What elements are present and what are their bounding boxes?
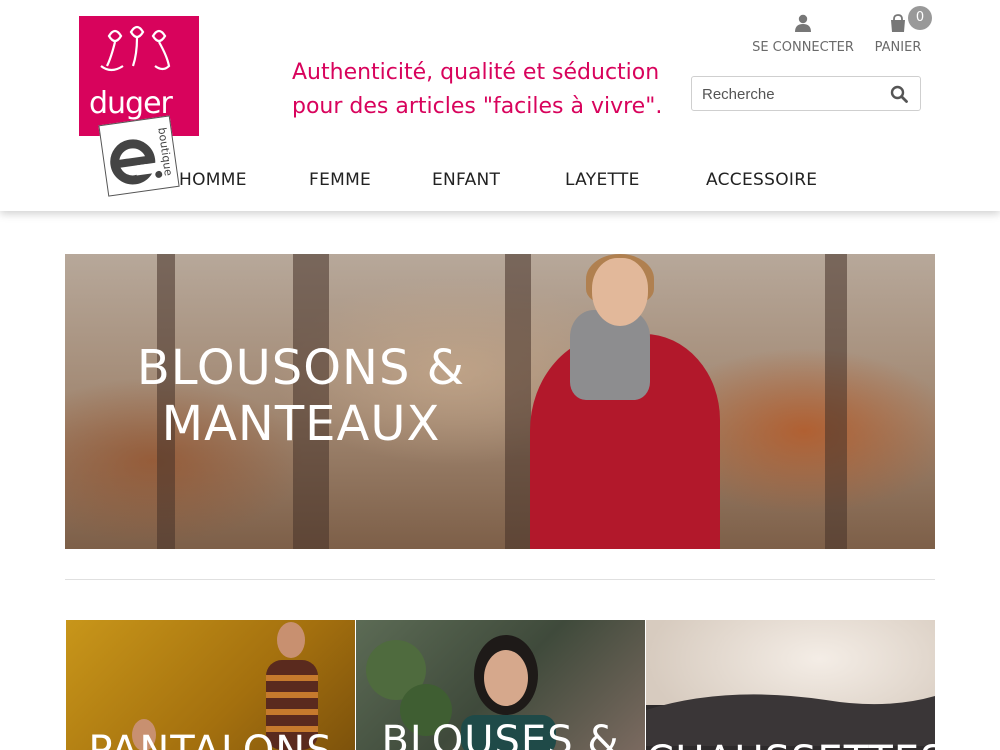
cart-link[interactable]: 0 PANIER <box>868 6 932 55</box>
category-tile-pantalons[interactable]: PANTALONS <box>66 620 355 750</box>
search-icon[interactable] <box>890 85 908 103</box>
site-header: duger boutique Authenticité, qualité et … <box>0 0 1000 211</box>
user-icon <box>795 14 811 32</box>
hero-tree-trunk <box>825 254 847 549</box>
logo-badge: duger <box>79 16 199 136</box>
category-tile-chaussettes[interactable]: CHAUSSETTES <box>646 620 935 750</box>
tagline-line-1: Authenticité, qualité et séduction <box>292 60 660 85</box>
hero-title-line-1: BLOUSONS & <box>136 340 466 396</box>
model-face <box>592 258 648 326</box>
eboutique-mark-icon: boutique <box>110 127 175 185</box>
nav-item-accessoire[interactable]: ACCESSOIRE <box>706 170 817 190</box>
chaussettes-photo <box>646 694 935 750</box>
hero-tree-trunk <box>505 254 531 549</box>
brand-logo[interactable]: duger boutique <box>79 16 199 197</box>
category-label: PANTALONS <box>66 728 355 750</box>
svg-text:boutique: boutique <box>155 127 175 177</box>
nav-item-layette[interactable]: LAYETTE <box>565 170 640 190</box>
tagline-line-2: pour des articles "faciles à vivre". <box>292 94 663 119</box>
sign-in-label: SE CONNECTER <box>752 40 854 55</box>
logo-eboutique-stamp: boutique <box>98 115 180 197</box>
sign-in-link[interactable]: SE CONNECTER <box>748 14 858 55</box>
section-divider <box>65 579 935 580</box>
search-box <box>691 76 921 111</box>
category-label: CHAUSSETTES <box>646 738 935 750</box>
cart-label: PANIER <box>874 40 922 55</box>
hero-title: BLOUSONS & MANTEAUX <box>101 340 501 452</box>
cart-count-badge: 0 <box>908 6 932 30</box>
nav-item-enfant[interactable]: ENFANT <box>432 170 500 190</box>
shopping-bag-icon <box>891 14 905 32</box>
search-input[interactable] <box>702 84 882 104</box>
hero-model-image <box>530 254 730 549</box>
brand-tagline: Authenticité, qualité et séduction pour … <box>292 56 662 124</box>
category-label: BLOUSES & <box>381 718 620 750</box>
nav-item-femme[interactable]: FEMME <box>309 170 371 190</box>
category-tile-blouses[interactable]: BLOUSES & <box>356 620 645 750</box>
hero-banner[interactable]: BLOUSONS & MANTEAUX <box>65 254 935 549</box>
hero-title-line-2: MANTEAUX <box>161 396 441 452</box>
nav-item-homme[interactable]: HOMME <box>179 170 247 190</box>
logo-flourish-icon <box>100 25 171 72</box>
